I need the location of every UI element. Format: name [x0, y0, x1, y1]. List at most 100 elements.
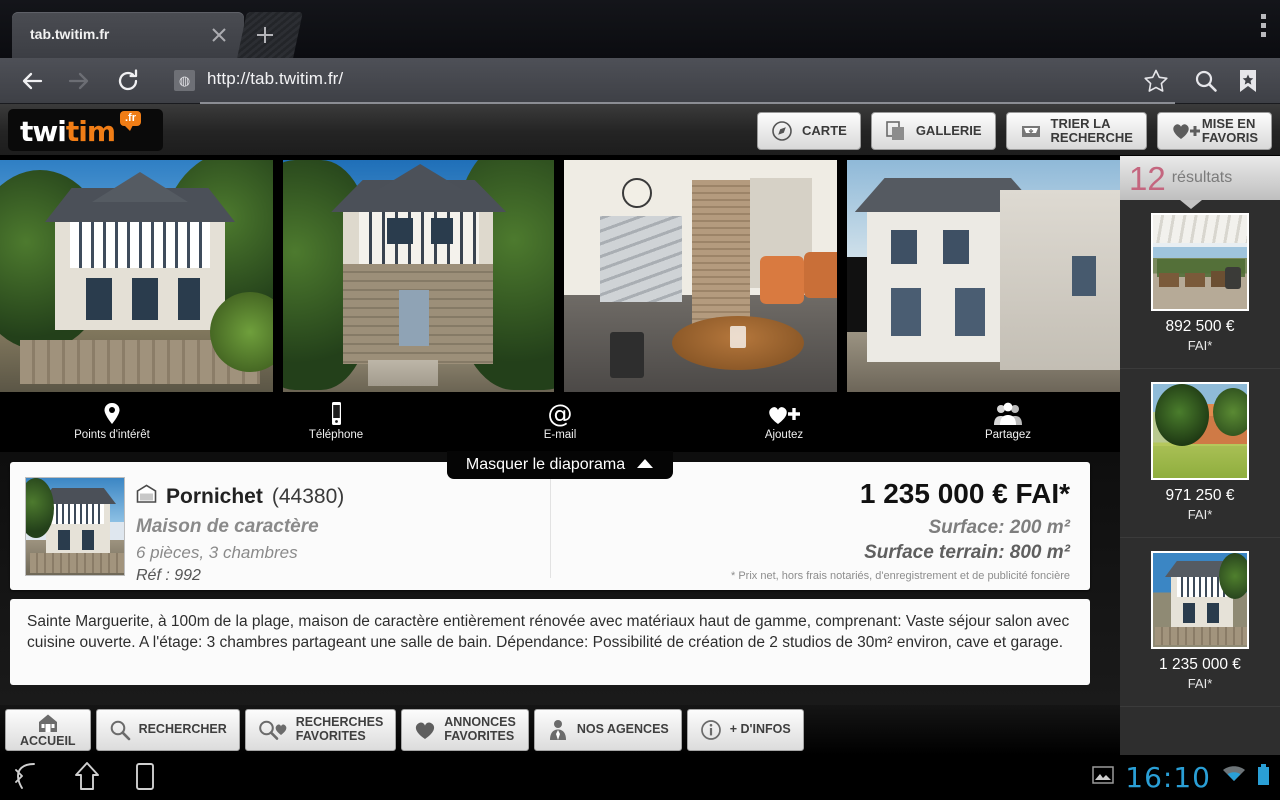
listing-rooms: 6 pièces, 3 chambres — [136, 543, 298, 562]
result-thumbnail[interactable] — [1151, 382, 1249, 480]
listing-price-block: 1 235 000 € FAI* Surface: 200 m² Surface… — [731, 478, 1070, 582]
carte-button[interactable]: CARTE — [757, 112, 861, 150]
android-navigation-bar: 16:10 — [0, 755, 1280, 800]
logo-part-2: tim — [65, 115, 116, 148]
photo-slideshow — [0, 156, 1121, 396]
listing-description: Sainte Marguerite, à 100m de la plage, m… — [10, 599, 1090, 685]
plus-icon[interactable] — [252, 22, 278, 48]
favoris-line2: FAVORIS — [1201, 130, 1258, 145]
overflow-menu-icon[interactable] — [1261, 14, 1266, 37]
af-line2: FAVORITES — [444, 729, 515, 743]
listing-type: Maison de caractère — [136, 516, 319, 537]
listing-city: Pornichet — [166, 485, 263, 508]
action-label: Ajoutez — [764, 429, 804, 441]
favoris-line1: MISE EN — [1201, 115, 1256, 131]
slideshow-photo-3[interactable] — [563, 160, 837, 392]
result-fai: FAI* — [1187, 507, 1213, 522]
android-recents-icon[interactable] — [132, 760, 158, 797]
battery-icon — [1257, 764, 1270, 791]
listing-thumbnail[interactable] — [25, 477, 125, 576]
browser-url-bar: ◍ http://tab.twitim.fr/ — [0, 58, 1280, 104]
reload-icon[interactable] — [113, 66, 143, 96]
logo-wordmark: twitim — [20, 115, 116, 148]
person-tie-icon — [547, 719, 569, 741]
plus-infos-label: + D'INFOS — [729, 722, 791, 737]
sidebar-result-item[interactable]: 1 235 000 € FAI* — [1120, 538, 1280, 707]
tab-title: tab.twitim.fr — [30, 26, 110, 42]
action-partagez[interactable]: Partagez — [896, 396, 1120, 452]
info-icon — [700, 719, 722, 741]
rf-line1: RECHERCHES — [295, 715, 384, 730]
back-arrow-icon[interactable] — [18, 66, 48, 96]
rechercher-label: RECHERCHER — [138, 722, 227, 737]
screen: tab.twitim.fr ◍ http://tab.twitim.fr/ tw… — [0, 0, 1280, 800]
svg-text:@: @ — [548, 401, 573, 427]
site-header: twitim .fr CARTE GALLERIE TRIER LA RECHE… — [0, 104, 1280, 156]
listing-reference: Réf : 992 — [136, 567, 201, 584]
result-thumbnail[interactable] — [1151, 213, 1249, 311]
accueil-button[interactable]: ACCUEIL — [5, 709, 91, 751]
result-fai: FAI* — [1187, 338, 1213, 353]
map-pin-icon — [103, 402, 121, 426]
slideshow-photo-2[interactable] — [283, 160, 554, 392]
browser-tab[interactable]: tab.twitim.fr — [12, 12, 244, 58]
heart-plus-icon — [1171, 120, 1200, 142]
mise-en-favoris-button-label: MISE EN FAVORIS — [1201, 115, 1258, 145]
rechercher-button[interactable]: RECHERCHER — [95, 709, 240, 751]
result-fai: FAI* — [1187, 676, 1213, 691]
hide-slideshow-button[interactable]: Masquer le diaporama — [447, 451, 673, 479]
people-icon — [993, 402, 1023, 426]
site-logo[interactable]: twitim .fr — [8, 109, 163, 151]
slideshow-photo-1[interactable] — [0, 160, 274, 392]
android-home-icon[interactable] — [72, 760, 102, 797]
browser-tab-strip: tab.twitim.fr — [0, 0, 1280, 58]
action-ajoutez[interactable]: Ajoutez — [672, 396, 896, 452]
result-thumbnail[interactable] — [1151, 551, 1249, 649]
android-status-icons: 16:10 — [1092, 761, 1270, 794]
sidebar-result-item[interactable]: 971 250 € FAI* — [1120, 369, 1280, 538]
card-divider — [550, 474, 551, 578]
nos-agences-button[interactable]: NOS AGENCES — [533, 709, 682, 751]
plus-infos-button[interactable]: + D'INFOS — [686, 709, 804, 751]
action-email[interactable]: @ E-mail — [448, 396, 672, 452]
android-back-icon[interactable] — [12, 760, 42, 797]
mise-en-favoris-button[interactable]: MISE EN FAVORIS — [1156, 112, 1272, 150]
result-price: 1 235 000 € — [1159, 656, 1241, 673]
phone-icon — [329, 402, 344, 426]
listing-card[interactable]: Pornichet (44380) Maison de caractère 6 … — [10, 462, 1090, 590]
annonces-favorites-label: ANNONCES FAVORITES — [444, 715, 516, 744]
action-telephone[interactable]: Téléphone — [224, 396, 448, 452]
slideshow-photo-4[interactable] — [846, 160, 1121, 392]
search-icon[interactable] — [1192, 67, 1220, 95]
trier-recherche-button[interactable]: TRIER LA RECHERCHE — [1005, 112, 1147, 150]
action-label: Téléphone — [308, 429, 364, 441]
action-label: Partagez — [984, 429, 1032, 441]
heart-plus-icon — [767, 402, 801, 426]
listing-legal-note: * Prix net, hors frais notariés, d'enreg… — [731, 570, 1070, 582]
bookmark-icon[interactable] — [1234, 67, 1262, 95]
trier-line2: RECHERCHE — [1050, 130, 1133, 145]
main-content: Pornichet (44380) Maison de caractère 6 … — [0, 452, 1120, 705]
gallerie-button[interactable]: GALLERIE — [870, 112, 996, 150]
star-icon[interactable] — [1142, 67, 1170, 95]
chevron-up-icon — [636, 456, 654, 474]
action-points-interet[interactable]: Points d'intérêt — [0, 396, 224, 452]
trier-line1: TRIER LA — [1050, 115, 1111, 131]
house-icon — [136, 484, 157, 510]
url-text[interactable]: http://tab.twitim.fr/ — [207, 69, 343, 89]
globe-icon: ◍ — [174, 70, 195, 91]
recherches-favorites-button[interactable]: RECHERCHES FAVORITES — [244, 709, 397, 751]
result-price: 971 250 € — [1165, 487, 1235, 504]
heart-icon — [414, 719, 436, 741]
listing-price: 1 235 000 € FAI* — [859, 478, 1070, 509]
forward-arrow-icon[interactable] — [63, 66, 93, 96]
annonces-favorites-button[interactable]: ANNONCES FAVORITES — [401, 709, 529, 751]
tray-icon — [1020, 120, 1042, 142]
close-icon[interactable] — [208, 24, 230, 46]
sidebar-result-item[interactable]: 892 500 € FAI* — [1120, 200, 1280, 369]
listing-surface: Surface: 200 m² — [928, 517, 1070, 538]
hide-slideshow-label: Masquer le diaporama — [465, 456, 626, 473]
results-count-header: 12 résultats — [1120, 156, 1280, 209]
magnifier-heart-icon — [258, 719, 288, 741]
rf-line2: FAVORITES — [295, 729, 366, 743]
